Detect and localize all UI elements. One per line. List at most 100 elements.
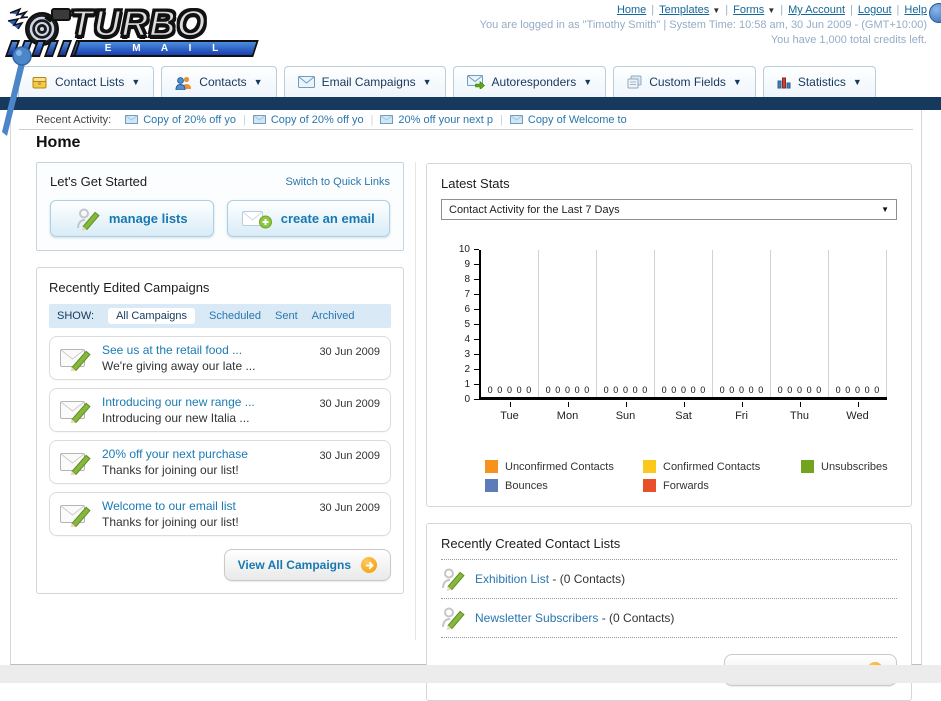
recent-activity-item: 20% off your next p (380, 114, 493, 126)
campaign-link[interactable]: See us at the retail food ... (102, 342, 309, 358)
campaign-row: Introducing our new range ... Introducing… (49, 388, 391, 432)
legend-item: Unconfirmed Contacts (485, 460, 643, 473)
chevron-down-icon: ▼ (712, 6, 721, 15)
link-help[interactable]: Help (904, 4, 927, 16)
latest-stats-title: Latest Stats (441, 176, 510, 191)
legend-label: Confirmed Contacts (663, 460, 761, 473)
x-axis-tick (741, 402, 743, 407)
tab-label: Autoresponders (491, 75, 577, 89)
tab-autoresponders[interactable]: Autoresponders ▼ (452, 66, 607, 97)
annotation-pin-circle (929, 3, 941, 23)
filter-archived[interactable]: Archived (312, 310, 355, 322)
campaign-subtitle: Introducing our new Italia ... (102, 411, 250, 425)
x-axis-tick (509, 402, 511, 407)
contact-list-link[interactable]: Exhibition List (475, 572, 549, 586)
y-axis-label: 1 (443, 379, 479, 391)
filter-all-campaigns[interactable]: All Campaigns (108, 308, 195, 324)
x-axis-tick (567, 402, 569, 407)
x-axis-tick (857, 402, 859, 407)
tab-contacts[interactable]: Contacts ▼ (161, 66, 277, 97)
y-axis-label: 4 (443, 334, 479, 346)
legend-swatch (643, 479, 656, 492)
link-my-account[interactable]: My Account (788, 4, 845, 16)
y-axis-label: 8 (443, 274, 479, 286)
recent-activity-link[interactable]: Copy of 20% off yo (271, 114, 364, 126)
tab-custom-fields[interactable]: Custom Fields ▼ (613, 66, 756, 97)
divider: | (500, 113, 503, 126)
recent-activity-bar: Recent Activity: Copy of 20% off yo | Co… (19, 110, 913, 130)
campaign-link[interactable]: Welcome to our email list (102, 498, 309, 514)
campaign-link[interactable]: 20% off your next purchase (102, 446, 309, 462)
recent-activity-item: Copy of Welcome to (509, 114, 627, 126)
chart-group: 0 0 0 0 0 Thu (771, 250, 829, 422)
filter-sent[interactable]: Sent (275, 310, 298, 322)
link-forms[interactable]: Forms (733, 4, 764, 16)
campaign-edit-icon (60, 349, 91, 371)
link-templates[interactable]: Templates (659, 4, 709, 16)
chart-plot: 0 0 0 0 0 Tue 0 0 0 0 0 Mon 0 0 0 0 0 Sun 0 0 0 0 0 Sat 0 0 0 0 0 Fri… (479, 250, 887, 422)
recent-activity-link[interactable]: Copy of Welcome to (528, 114, 627, 126)
view-all-campaigns-button[interactable]: View All Campaigns (223, 549, 391, 581)
campaign-edit-icon (60, 505, 91, 527)
recent-activity-link[interactable]: Copy of 20% off yo (143, 114, 236, 126)
statistics-icon (777, 77, 791, 88)
campaign-date: 30 Jun 2009 (319, 502, 380, 514)
page-footer (0, 665, 941, 683)
campaign-date: 30 Jun 2009 (319, 346, 380, 358)
x-axis-label: Tue (500, 410, 519, 422)
chart-group: 0 0 0 0 0 Fri (713, 250, 771, 422)
chart-y-axis: 10 9 8 7 6 5 4 3 2 1 0 (443, 244, 479, 405)
legend-item: Unsubscribes (801, 460, 941, 473)
header-links-block: Home | Templates ▼ | Forms ▼ | My Account | Logo… (480, 4, 927, 46)
chevron-down-icon: ▼ (583, 77, 593, 87)
create-email-button[interactable]: create an email (226, 200, 390, 237)
logo-title: TURBO (69, 2, 207, 46)
chevron-down-icon: ▼ (881, 205, 889, 214)
chart-value-labels: 00000 (603, 385, 648, 395)
nav-accent-bar (0, 97, 941, 110)
campaign-date: 30 Jun 2009 (319, 450, 380, 462)
get-started-panel: Let's Get Started Switch to Quick Links … (36, 162, 404, 251)
top-links: Home | Templates ▼ | Forms ▼ | My Account | Logo… (480, 4, 927, 16)
recent-activity-label: Recent Activity: (36, 113, 112, 126)
tab-statistics[interactable]: Statistics ▼ (762, 66, 876, 97)
chevron-down-icon: ▼ (131, 77, 141, 87)
show-label: SHOW: (57, 310, 95, 322)
chart-group: 0 0 0 0 0 Sat (655, 250, 713, 422)
y-axis-label: 3 (443, 349, 479, 361)
filter-scheduled[interactable]: Scheduled (209, 310, 261, 322)
contact-list-link[interactable]: Newsletter Subscribers (475, 611, 598, 625)
link-home[interactable]: Home (617, 4, 646, 16)
x-axis-label: Thu (790, 410, 809, 422)
header: TURBO E M A I L Home | Templates ▼ | Forms ▼… (0, 0, 941, 66)
envelope-icon (380, 115, 394, 124)
chart-value-labels: 00000 (545, 385, 590, 395)
legend-item: Confirmed Contacts (643, 460, 801, 473)
tab-contact-lists[interactable]: Contact Lists ▼ (18, 66, 155, 97)
manage-lists-button[interactable]: manage lists (50, 200, 214, 237)
switch-quick-links[interactable]: Switch to Quick Links (285, 176, 390, 188)
stats-period-select[interactable]: Contact Activity for the Last 7 Days ▼ (441, 199, 897, 220)
y-axis-label: 7 (443, 289, 479, 301)
chart-value-labels: 00000 (835, 385, 880, 395)
envelope-icon (252, 115, 266, 124)
tab-email-campaigns[interactable]: Email Campaigns ▼ (283, 66, 446, 97)
y-axis-label: 2 (443, 364, 479, 376)
tab-label: Contact Lists (55, 75, 125, 89)
contacts-icon (175, 76, 192, 90)
contact-lists-title: Recently Created Contact Lists (441, 536, 621, 551)
link-separator: | (651, 4, 655, 16)
legend-item: Forwards (643, 479, 801, 492)
link-separator: | (725, 4, 729, 16)
link-logout[interactable]: Logout (858, 4, 892, 16)
recent-activity-link[interactable]: 20% off your next p (398, 114, 493, 126)
button-label: create an email (280, 211, 375, 226)
campaign-row: See us at the retail food ... We're givin… (49, 336, 391, 380)
campaign-link[interactable]: Introducing our new range ... (102, 394, 309, 410)
chart-group: 0 0 0 0 0 Wed (829, 250, 887, 422)
recent-activity-item: Copy of 20% off yo (252, 114, 364, 126)
link-separator: | (780, 4, 784, 16)
legend-label: Unsubscribes (821, 460, 888, 473)
annotation-pin (2, 46, 32, 136)
recent-campaigns-panel: Recently Edited Campaigns SHOW: All Camp… (36, 267, 404, 594)
